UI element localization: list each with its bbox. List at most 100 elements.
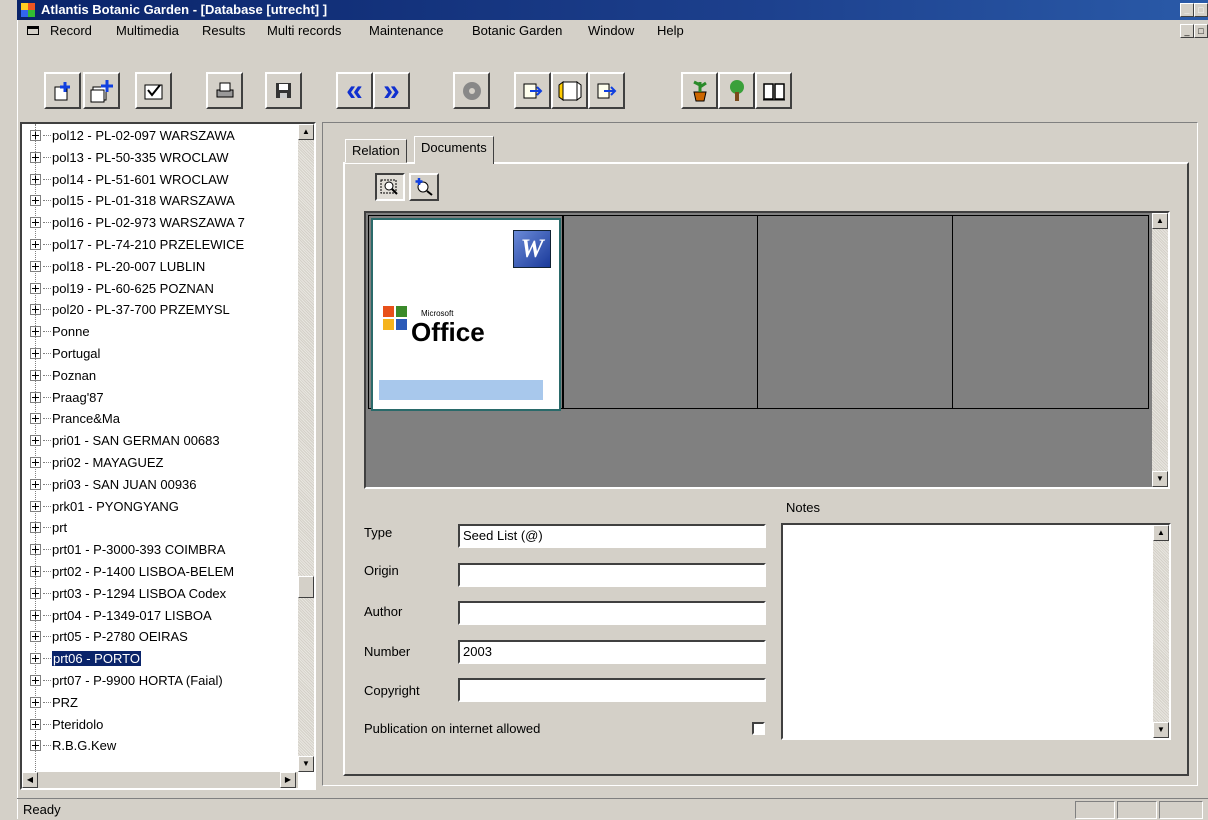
expand-plus-icon[interactable] — [30, 609, 41, 621]
tree-button[interactable] — [718, 72, 755, 109]
notes-scrollbar[interactable]: ▲ ▼ — [1153, 525, 1169, 738]
tree-item[interactable]: Portugal — [30, 344, 100, 364]
gallery-scrollbar[interactable]: ▲ ▼ — [1152, 213, 1168, 487]
expand-plus-icon[interactable] — [30, 675, 41, 686]
tree-item[interactable]: pri03 - SAN JUAN 00936 — [30, 475, 197, 495]
menu-botanic-garden[interactable]: Botanic Garden — [472, 23, 562, 38]
document-thumbnail[interactable]: W Microsoft Office — [371, 218, 561, 411]
expand-plus-icon[interactable] — [30, 522, 41, 534]
tree-item[interactable]: Ponne — [30, 322, 90, 342]
tree-item[interactable]: prt03 - P-1294 LISBOA Codex — [30, 584, 226, 604]
minimize-button[interactable]: _ — [1180, 3, 1194, 17]
expand-plus-icon[interactable] — [30, 151, 41, 163]
internet-allowed-checkbox[interactable] — [752, 722, 765, 735]
tab-documents[interactable]: Documents — [414, 136, 494, 164]
scroll-down-button[interactable]: ▼ — [298, 756, 314, 772]
gallery-cell[interactable]: W Microsoft Office — [368, 215, 564, 411]
tree-horizontal-scrollbar[interactable]: ◀ ▶ — [22, 772, 298, 788]
tree-item[interactable]: prt — [30, 518, 67, 538]
origin-field[interactable] — [458, 563, 766, 587]
tree-item[interactable]: pol19 - PL-60-625 POZNAN — [30, 279, 214, 299]
tree-item[interactable]: Praag'87 — [30, 388, 104, 408]
print-button[interactable] — [206, 72, 243, 109]
expand-plus-icon[interactable] — [30, 391, 41, 403]
tree-item[interactable]: prt06 - PORTO — [30, 649, 142, 669]
child-restore-button[interactable]: □ — [1194, 24, 1208, 38]
expand-plus-icon[interactable] — [30, 566, 41, 577]
new-multi-record-button[interactable] — [83, 72, 120, 109]
open-book-button[interactable] — [755, 72, 792, 109]
plant-pot-button[interactable] — [681, 72, 718, 109]
record-tree[interactable]: pol12 - PL-02-097 WARSZAWA pol13 - PL-50-… — [20, 122, 316, 790]
menu-record[interactable]: Record — [50, 23, 92, 38]
tree-item[interactable]: Poznan — [30, 366, 96, 386]
tree-vertical-scrollbar[interactable]: ▲ ▼ — [298, 124, 314, 772]
expand-plus-icon[interactable] — [30, 195, 41, 207]
menu-results[interactable]: Results — [202, 23, 245, 38]
expand-plus-icon[interactable] — [30, 696, 41, 708]
tree-item[interactable]: Prance&Ma — [30, 409, 120, 429]
next-record-button[interactable]: » — [373, 72, 410, 109]
expand-plus-icon[interactable] — [30, 217, 41, 229]
expand-plus-icon[interactable] — [30, 326, 41, 338]
notes-scroll-down[interactable]: ▼ — [1153, 722, 1169, 738]
expand-plus-icon[interactable] — [30, 500, 41, 512]
tree-item[interactable]: pol17 - PL-74-210 PRZELEWICE — [30, 235, 244, 255]
previous-record-button[interactable]: « — [336, 72, 373, 109]
expand-plus-icon[interactable] — [30, 587, 41, 599]
tree-item[interactable]: prt04 - P-1349-017 LISBOA — [30, 606, 212, 626]
expand-plus-icon[interactable] — [30, 369, 41, 381]
type-field[interactable]: Seed List (@) — [458, 524, 766, 548]
gallery-scroll-down[interactable]: ▼ — [1152, 471, 1168, 487]
gallery-cell[interactable] — [562, 215, 758, 409]
tree-item[interactable]: Pteridolo — [30, 715, 103, 735]
expand-plus-icon[interactable] — [30, 348, 41, 359]
scroll-up-button[interactable]: ▲ — [298, 124, 314, 140]
cd-button[interactable] — [453, 72, 490, 109]
gallery-cell[interactable] — [757, 215, 953, 409]
author-field[interactable] — [458, 601, 766, 625]
expand-plus-icon[interactable] — [30, 457, 41, 468]
expand-plus-icon[interactable] — [30, 239, 41, 250]
book-frame-button[interactable] — [551, 72, 588, 109]
expand-plus-icon[interactable] — [30, 282, 41, 294]
check-button[interactable] — [135, 72, 172, 109]
tree-item[interactable]: pol20 - PL-37-700 PRZEMYSL — [30, 300, 230, 320]
expand-plus-icon[interactable] — [30, 435, 41, 447]
save-button[interactable] — [265, 72, 302, 109]
scroll-thumb[interactable] — [298, 576, 314, 598]
tree-item[interactable]: pol18 - PL-20-007 LUBLIN — [30, 257, 205, 277]
tree-item[interactable]: pri01 - SAN GERMAN 00683 — [30, 431, 220, 451]
menu-help[interactable]: Help — [657, 23, 684, 38]
menu-maintenance[interactable]: Maintenance — [369, 23, 443, 38]
import-button[interactable] — [588, 72, 625, 109]
gallery-cell[interactable] — [952, 215, 1149, 409]
tree-item[interactable]: pri02 - MAYAGUEZ — [30, 453, 163, 473]
expand-plus-icon[interactable] — [30, 173, 41, 185]
tab-relation[interactable]: Relation — [345, 139, 407, 163]
view-document-button[interactable] — [375, 173, 405, 201]
notes-field[interactable]: ▲ ▼ — [781, 523, 1171, 740]
expand-plus-icon[interactable] — [30, 478, 41, 490]
expand-plus-icon[interactable] — [30, 740, 41, 752]
menu-multi-records[interactable]: Multi records — [267, 23, 341, 38]
tree-item[interactable]: prt02 - P-1400 LISBOA-BELEM — [30, 562, 234, 582]
tree-item[interactable]: pol12 - PL-02-097 WARSZAWA — [30, 126, 235, 146]
tree-item[interactable]: pol14 - PL-51-601 WROCLAW — [30, 170, 229, 190]
expand-plus-icon[interactable] — [30, 653, 41, 665]
menu-multimedia[interactable]: Multimedia — [116, 23, 179, 38]
tree-item[interactable]: PRZ — [30, 693, 78, 713]
expand-plus-icon[interactable] — [30, 260, 41, 272]
tree-item[interactable]: pol15 - PL-01-318 WARSZAWA — [30, 191, 235, 211]
expand-plus-icon[interactable] — [30, 718, 41, 730]
copyright-field[interactable] — [458, 678, 766, 702]
restore-button[interactable]: □ — [1194, 3, 1208, 17]
child-minimize-button[interactable]: _ — [1180, 24, 1194, 38]
tree-item[interactable]: R.B.G.Kew — [30, 736, 116, 756]
expand-plus-icon[interactable] — [30, 544, 41, 556]
scroll-left-button[interactable]: ◀ — [22, 772, 38, 788]
tree-item[interactable]: prt01 - P-3000-393 COIMBRA — [30, 540, 225, 560]
menu-window[interactable]: Window — [588, 23, 634, 38]
gallery-scroll-up[interactable]: ▲ — [1152, 213, 1168, 229]
document-icon[interactable] — [27, 26, 39, 35]
